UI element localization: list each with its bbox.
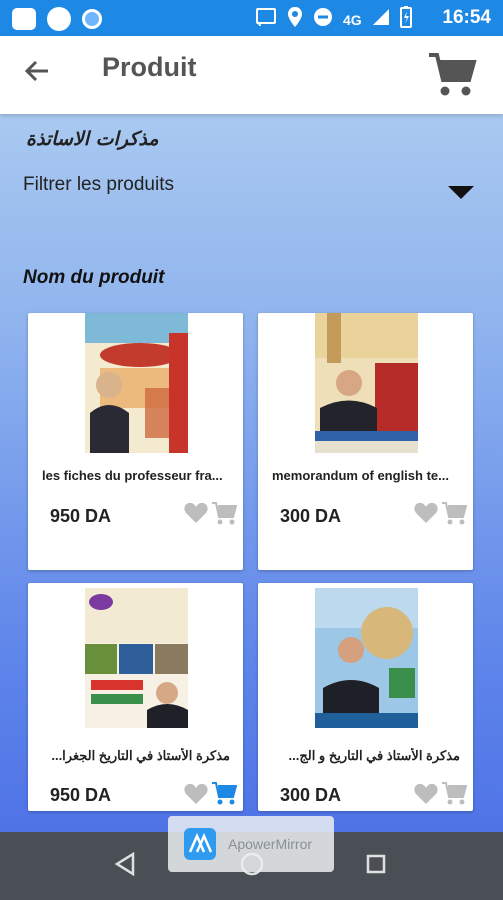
signal-icon [372,8,390,31]
product-name[interactable]: les fiches du professeur fra... [42,468,232,483]
network-type: 4G [343,11,362,28]
watermark-text: ApowerMirror [228,836,313,852]
product-card[interactable]: مذكرة الأستاذ في التاريخ و الج... 300 DA [258,583,473,811]
product-price: 300 DA [280,785,342,805]
notification-ring-icon [82,9,102,29]
heart-icon[interactable] [413,501,439,525]
product-name[interactable]: مذكرة الأستاذ في التاريخ و الج... [270,748,460,764]
add-to-cart-icon[interactable] [211,500,238,526]
do-not-disturb-icon [313,7,333,32]
notification-circle-icon [47,7,71,31]
add-to-cart-icon[interactable] [211,780,238,806]
product-name[interactable]: memorandum of english te... [272,468,462,483]
main-content: مذكرات الاساتذة Filtrer les produits Nom… [0,114,503,832]
product-card[interactable]: memorandum of english te... 300 DA [258,313,473,570]
app-bar: Produit [0,36,503,114]
product-price: 950 DA [50,785,112,805]
product-cover-image[interactable] [315,588,418,728]
apowermirror-logo-icon [184,828,216,860]
heart-icon[interactable] [413,782,439,806]
filter-products-label[interactable]: Filtrer les produits [23,174,174,196]
cast-icon [255,7,277,32]
section-title: Nom du produit [23,267,165,288]
apowermirror-watermark: ApowerMirror [168,816,334,872]
product-price: 300 DA [280,506,342,526]
page-title: Produit [102,52,197,82]
product-cover-image[interactable] [85,313,188,453]
product-name[interactable]: مذكرة الأستاذ في التاريخ الجغرا... [40,748,230,764]
product-price: 950 DA [50,506,112,526]
teachers-notes-label: مذكرات الاساتذة [26,128,159,150]
nav-recents-icon[interactable] [366,854,386,879]
location-icon [287,6,303,33]
product-card[interactable]: les fiches du professeur fra... 950 DA [28,313,243,570]
clock: 16:54 [442,7,491,28]
notification-square-icon [12,8,36,30]
status-bar: 4G 16:54 [0,0,503,36]
battery-icon [399,6,412,33]
add-to-cart-icon[interactable] [441,500,468,526]
heart-icon[interactable] [183,782,209,806]
shopping-cart-icon[interactable] [427,50,477,100]
heart-icon[interactable] [183,501,209,525]
add-to-cart-icon[interactable] [441,780,468,806]
nav-back-icon[interactable] [114,851,136,881]
back-arrow-icon[interactable] [22,56,58,92]
product-cover-image[interactable] [85,588,188,728]
product-cover-image[interactable] [315,313,418,453]
product-card[interactable]: مذكرة الأستاذ في التاريخ الجغرا... 950 D… [28,583,243,811]
dropdown-arrow-icon[interactable] [448,186,474,199]
